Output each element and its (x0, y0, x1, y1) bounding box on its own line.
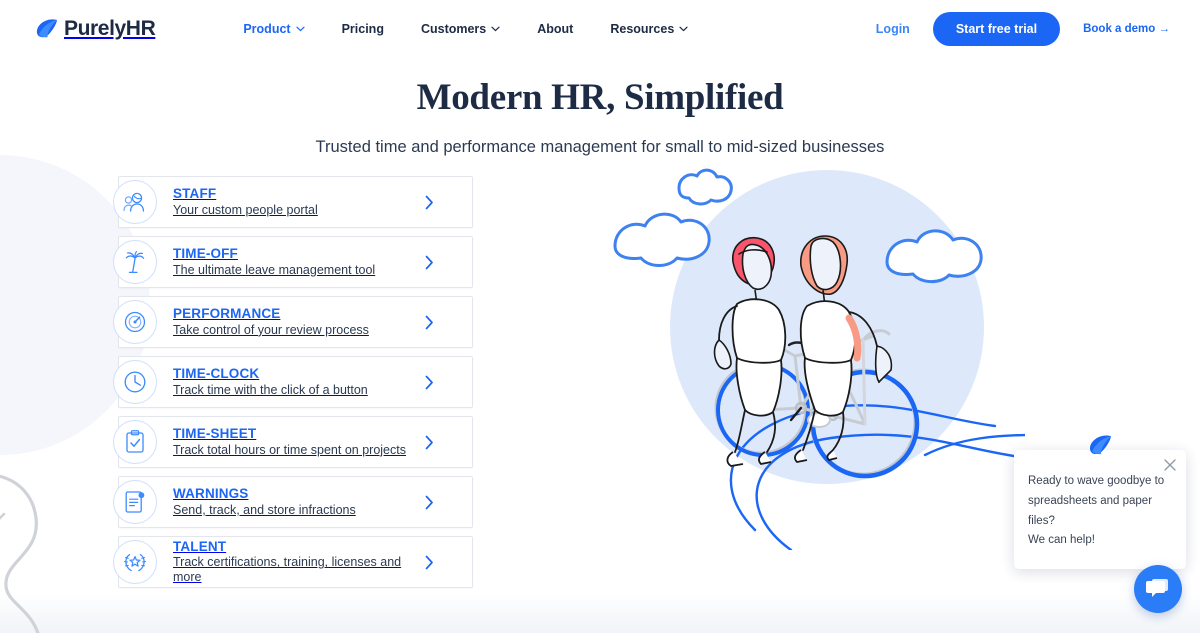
people-group-icon (113, 180, 157, 224)
decorative-bottom-band (0, 593, 1200, 633)
feature-text-group: TALENT Track certifications, training, l… (173, 539, 425, 586)
nav-actions: Login Start free trial Book a demo → (876, 11, 1170, 46)
feature-text-group: WARNINGS Send, track, and store infracti… (173, 486, 356, 518)
start-free-trial-button[interactable]: Start free trial (932, 11, 1061, 46)
feature-card-time-clock[interactable]: TIME-CLOCK Track time with the click of … (113, 356, 473, 408)
chat-message-line-2: spreadsheets and paper files? (1028, 494, 1153, 527)
chevron-right-icon (425, 495, 434, 510)
document-alert-icon (113, 480, 157, 524)
chevron-right-icon (425, 315, 434, 330)
primary-nav-links: Product Pricing Customers About Resource… (243, 22, 688, 36)
hero-heading-block: Modern HR, Simplified Trusted time and p… (0, 57, 1200, 157)
nav-item-product-label: Product (243, 21, 291, 36)
feature-description: Take control of your review process (173, 322, 369, 337)
feature-title: TIME-CLOCK (173, 366, 260, 382)
feature-text-group: TIME-OFF The ultimate leave management t… (173, 246, 375, 278)
chevron-down-icon (491, 26, 500, 32)
feature-text-group: TIME-CLOCK Track time with the click of … (173, 366, 368, 398)
brand-logo[interactable]: PurelyHR (34, 16, 156, 41)
leaf-drop-logo-icon (36, 19, 58, 38)
feature-title: TIME-SHEET (173, 426, 257, 442)
nav-item-pricing-label: Pricing (341, 21, 384, 36)
nav-item-about-label: About (537, 21, 574, 36)
speed-gauge-icon (113, 300, 157, 344)
feature-list: STAFF Your custom people portal TIME-OFF… (113, 176, 473, 596)
feature-card-time-sheet[interactable]: TIME-SHEET Track total hours or time spe… (113, 416, 473, 468)
nav-item-about[interactable]: About (537, 22, 573, 36)
chat-avatar (1089, 435, 1111, 455)
feature-description: Send, track, and store infractions (173, 502, 356, 517)
landing-page: PurelyHR Product Pricing Customers About (0, 0, 1200, 633)
hero-illustration (595, 150, 1067, 555)
feature-text-group: TIME-SHEET Track total hours or time spe… (173, 426, 406, 458)
nav-item-pricing[interactable]: Pricing (342, 22, 384, 36)
nav-item-product[interactable]: Product (243, 21, 305, 36)
feature-title: TIME-OFF (173, 246, 238, 262)
feature-description: Track time with the click of a button (173, 382, 368, 397)
feature-description: The ultimate leave management tool (173, 262, 376, 277)
nav-item-resources-label: Resources (610, 21, 675, 36)
chevron-right-icon (425, 195, 434, 210)
chevron-right-icon (425, 255, 434, 270)
chat-message-line-3: We can help! (1028, 534, 1095, 547)
feature-text-group: PERFORMANCE Take control of your review … (173, 306, 369, 338)
chevron-down-icon (679, 26, 688, 32)
laurel-star-icon (113, 540, 157, 584)
book-a-demo-link[interactable]: Book a demo → (1083, 23, 1170, 35)
chat-message-line-1: Ready to wave goodbye to (1028, 475, 1165, 487)
chevron-right-icon (425, 435, 434, 450)
nav-item-resources[interactable]: Resources (610, 22, 688, 36)
palm-tree-icon (113, 240, 157, 284)
tandem-bicycle-illustration (613, 168, 1067, 552)
feature-description: Track total hours or time spent on proje… (173, 442, 406, 457)
feature-title: PERFORMANCE (173, 306, 281, 322)
login-link[interactable]: Login (876, 22, 910, 36)
feature-title: TALENT (173, 538, 227, 554)
feature-description: Track certifications, training, licenses… (173, 555, 402, 585)
feature-title: STAFF (173, 186, 217, 202)
brand-name: PurelyHR (64, 16, 156, 40)
feature-card-staff[interactable]: STAFF Your custom people portal (113, 176, 473, 228)
decorative-grey-squiggle (0, 474, 40, 633)
chat-bubbles-icon (1146, 579, 1168, 597)
top-navigation-bar: PurelyHR Product Pricing Customers About (0, 0, 1200, 57)
feature-text-group: STAFF Your custom people portal (173, 186, 318, 218)
feature-card-talent[interactable]: TALENT Track certifications, training, l… (113, 536, 473, 588)
feature-card-performance[interactable]: PERFORMANCE Take control of your review … (113, 296, 473, 348)
page-title: Modern HR, Simplified (416, 77, 784, 118)
feature-card-warnings[interactable]: WARNINGS Send, track, and store infracti… (113, 476, 473, 528)
nav-item-customers-label: Customers (420, 21, 487, 36)
feature-card-time-off[interactable]: TIME-OFF The ultimate leave management t… (113, 236, 473, 288)
chevron-down-icon (295, 26, 305, 32)
feature-description: Your custom people portal (173, 202, 318, 217)
feature-title: WARNINGS (173, 486, 249, 502)
nav-item-customers[interactable]: Customers (421, 22, 500, 36)
chat-greeting-bubble: Ready to wave goodbye to spreadsheets an… (1014, 435, 1186, 570)
hero-subtitle: Trusted time and performance management … (315, 138, 885, 156)
chat-launcher-button[interactable] (1134, 565, 1182, 613)
chevron-right-icon (425, 555, 434, 570)
clock-icon (113, 360, 157, 404)
chevron-right-icon (425, 375, 434, 390)
clipboard-check-icon (113, 420, 157, 464)
close-icon[interactable] (1163, 458, 1177, 472)
